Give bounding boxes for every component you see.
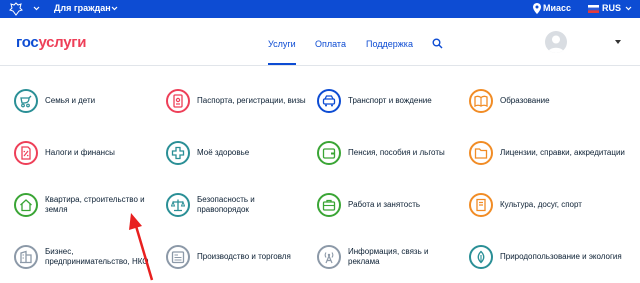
category-item[interactable]: Квартира, строительство и земля <box>14 193 159 233</box>
category-item[interactable]: Производство и торговля <box>166 245 311 283</box>
category-item[interactable]: Бизнес, предпринимательство, НКО <box>14 245 159 283</box>
car-icon <box>317 89 341 113</box>
scales-icon-glyph <box>171 199 185 212</box>
passport-icon <box>166 89 190 113</box>
category-item[interactable]: Пенсия, пособия и льготы <box>317 141 462 181</box>
briefcase-icon-glyph <box>322 199 336 211</box>
briefcase-icon <box>317 193 341 217</box>
leaf-icon <box>469 245 493 269</box>
category-label: Моё здоровье <box>197 148 250 157</box>
user-silhouette-icon <box>548 35 564 53</box>
book-icon <box>469 89 493 113</box>
category-label: Налоги и финансы <box>45 148 115 157</box>
category-label: Паспорта, регистрации, визы <box>197 96 306 105</box>
ticket-icon <box>469 193 493 217</box>
active-nav-indicator <box>268 63 296 65</box>
nav-services[interactable]: Услуги <box>268 39 296 49</box>
factory-icon <box>166 245 190 269</box>
category-item[interactable]: Семья и дети <box>14 89 159 129</box>
building-icon-glyph <box>20 250 32 264</box>
tax-document-icon <box>14 141 38 165</box>
nav-support[interactable]: Поддержка <box>366 39 413 49</box>
wallet-icon <box>317 141 341 165</box>
scales-icon <box>166 193 190 217</box>
coat-of-arms-icon <box>9 2 23 16</box>
chevron-down-icon[interactable] <box>111 5 118 12</box>
category-label: Квартира, строительство и земля <box>45 195 145 214</box>
category-label: Работа и занятость <box>348 200 421 209</box>
category-item[interactable]: Природопользование и экология <box>469 245 622 283</box>
factory-icon-glyph <box>171 251 185 264</box>
category-item[interactable]: Образование <box>469 89 614 129</box>
ticket-icon-glyph <box>476 198 486 212</box>
category-label: Безопасность и правопорядок <box>197 195 255 214</box>
medical-cross-icon <box>166 141 190 165</box>
russian-flag-icon <box>588 5 599 13</box>
wallet-icon-glyph <box>322 148 336 159</box>
category-label: Бизнес, предпринимательство, НКО <box>45 247 149 266</box>
category-item[interactable]: Культура, досуг, спорт <box>469 193 614 233</box>
category-item[interactable]: Работа и занятость <box>317 193 462 233</box>
category-item[interactable]: Транспорт и вождение <box>317 89 462 129</box>
gosuslugi-logo[interactable]: госуслуги <box>16 34 86 51</box>
leaf-icon-glyph <box>477 250 485 264</box>
category-label: Образование <box>500 96 550 105</box>
category-item[interactable]: Налоги и финансы <box>14 141 159 181</box>
category-item[interactable]: Паспорта, регистрации, визы <box>166 89 311 129</box>
category-label: Производство и торговля <box>197 252 291 261</box>
city-selector[interactable]: Миасс <box>543 3 571 13</box>
category-item[interactable]: Моё здоровье <box>166 141 311 181</box>
stroller-icon-glyph <box>20 95 32 108</box>
building-icon <box>14 245 38 269</box>
category-item[interactable]: Информация, связь и реклама <box>317 245 462 283</box>
category-item[interactable]: Безопасность и правопорядок <box>166 193 311 233</box>
folder-icon-glyph <box>474 148 488 159</box>
main-header: госуслуги Услуги Оплата Поддержка <box>0 18 640 66</box>
category-item[interactable]: Лицензии, справки, аккредитации <box>469 141 625 181</box>
folder-icon <box>469 141 493 165</box>
car-icon-glyph <box>322 95 336 107</box>
tax-document-icon-glyph <box>21 146 31 160</box>
user-menu-chevron-icon[interactable] <box>615 40 621 44</box>
passport-icon-glyph <box>173 94 183 108</box>
category-label: Лицензии, справки, аккредитации <box>500 148 625 157</box>
stroller-icon <box>14 89 38 113</box>
language-selector[interactable]: RUS <box>602 3 621 13</box>
book-icon-glyph <box>474 95 488 108</box>
chevron-down-icon[interactable] <box>625 5 632 12</box>
category-label: Транспорт и вождение <box>348 96 432 105</box>
user-avatar[interactable] <box>545 31 567 53</box>
nav-payment[interactable]: Оплата <box>315 39 346 49</box>
medical-cross-icon-glyph <box>171 146 185 160</box>
location-pin-icon <box>533 3 541 14</box>
category-label: Природопользование и экология <box>500 252 622 261</box>
category-label: Семья и дети <box>45 96 96 105</box>
antenna-icon <box>317 245 341 269</box>
category-label: Информация, связь и реклама <box>348 247 429 266</box>
house-icon <box>14 193 38 217</box>
audience-selector[interactable]: Для граждан <box>54 3 111 13</box>
top-bar: Для граждан Миасс RUS <box>0 0 640 18</box>
house-icon-glyph <box>20 199 32 212</box>
search-icon[interactable] <box>432 38 443 49</box>
category-label: Пенсия, пособия и льготы <box>348 148 445 157</box>
antenna-icon-glyph <box>324 252 334 264</box>
chevron-down-icon[interactable] <box>33 5 40 12</box>
category-label: Культура, досуг, спорт <box>500 200 582 209</box>
